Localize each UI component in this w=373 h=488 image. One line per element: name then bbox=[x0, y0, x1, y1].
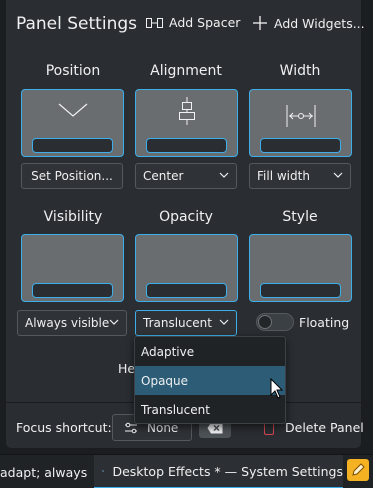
visibility-value: Always visible bbox=[25, 316, 110, 330]
width-value: Fill width bbox=[257, 169, 310, 183]
pencil-icon bbox=[352, 463, 365, 476]
chevron-down-icon bbox=[333, 172, 343, 178]
panel-bar-preview bbox=[260, 283, 341, 298]
chevron-down-icon bbox=[219, 172, 229, 178]
add-widgets-label: Add Widgets... bbox=[274, 15, 365, 31]
width-combo[interactable]: Fill width bbox=[249, 163, 351, 189]
alignment-preview[interactable] bbox=[135, 89, 238, 157]
add-widgets-button[interactable]: Add Widgets... bbox=[252, 15, 365, 31]
chevron-down-icon bbox=[109, 319, 119, 325]
partial-hint-text: He bbox=[118, 361, 136, 376]
width-label: Width bbox=[279, 63, 321, 79]
alignment-value: Center bbox=[143, 169, 184, 183]
width-preview[interactable] bbox=[249, 89, 352, 157]
menu-item-adaptive[interactable]: Adaptive bbox=[135, 337, 285, 366]
delete-panel-label: Delete Panel bbox=[285, 420, 364, 435]
panel-bar-preview bbox=[32, 138, 113, 153]
chevron-down-icon bbox=[219, 319, 229, 325]
dialog-header: Panel Settings Add Spacer Add Widgets... bbox=[6, 0, 365, 49]
visibility-combo[interactable]: Always visible bbox=[17, 310, 127, 336]
menu-item-opaque[interactable]: Opaque bbox=[135, 366, 285, 395]
panel-bar-preview bbox=[146, 138, 227, 153]
fill-width-icon bbox=[250, 104, 351, 128]
style-label: Style bbox=[282, 209, 318, 225]
add-spacer-label: Add Spacer bbox=[169, 15, 241, 30]
opacity-preview[interactable] bbox=[135, 234, 238, 302]
taskbar-item-label: Desktop Effects * — System Settings bbox=[112, 463, 343, 479]
panel-bar-preview bbox=[146, 283, 227, 298]
alignment-label: Alignment bbox=[150, 63, 222, 79]
opacity-value: Translucent bbox=[143, 316, 212, 330]
taskbar-item-panel[interactable]: adapt; always ... bbox=[0, 455, 92, 488]
toggle-knob bbox=[258, 315, 272, 329]
opacity-dropdown-menu: Adaptive Opaque Translucent bbox=[134, 336, 286, 424]
alignment-combo[interactable]: Center bbox=[135, 163, 237, 189]
opacity-combo[interactable]: Translucent bbox=[135, 310, 237, 336]
set-position-button[interactable]: Set Position... bbox=[21, 163, 123, 189]
visibility-preview[interactable] bbox=[21, 234, 124, 302]
position-label: Position bbox=[45, 63, 101, 79]
position-preview[interactable] bbox=[21, 89, 124, 157]
opacity-label: Opacity bbox=[159, 209, 213, 225]
add-spacer-button[interactable]: Add Spacer bbox=[146, 15, 240, 30]
taskbar-item-label: adapt; always ... bbox=[0, 464, 92, 480]
plus-icon bbox=[253, 16, 267, 30]
align-center-icon bbox=[136, 97, 237, 125]
style-preview[interactable] bbox=[249, 234, 352, 302]
floating-label: Floating bbox=[299, 315, 350, 330]
menu-item-translucent[interactable]: Translucent bbox=[135, 395, 285, 424]
system-settings-icon bbox=[102, 470, 105, 472]
visibility-label: Visibility bbox=[43, 209, 103, 225]
chevron-down-icon bbox=[22, 102, 123, 118]
taskbar-item-system-settings[interactable]: Desktop Effects * — System Settings bbox=[94, 455, 343, 488]
focus-shortcut-label: Focus shortcut: bbox=[16, 420, 112, 435]
taskbar: adapt; always ... Desktop Effects * — Sy… bbox=[0, 454, 373, 488]
panel-bar-preview bbox=[260, 138, 341, 153]
tray-app-icon[interactable] bbox=[347, 459, 369, 481]
panel-bar-preview bbox=[32, 283, 113, 298]
floating-toggle[interactable] bbox=[256, 313, 294, 331]
spacer-icon bbox=[146, 17, 163, 28]
mouse-cursor-icon bbox=[270, 378, 284, 399]
dialog-title: Panel Settings bbox=[16, 14, 137, 34]
